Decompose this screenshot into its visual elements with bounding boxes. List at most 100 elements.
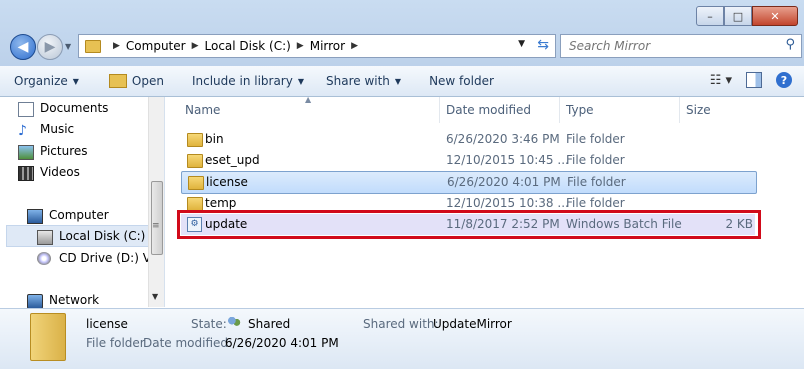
- breadcrumb-arrow-icon[interactable]: ▶: [113, 41, 120, 51]
- folder-icon: [85, 39, 101, 53]
- cd-drive-icon: [37, 252, 51, 265]
- file-type: File folder: [566, 132, 625, 146]
- file-type: File folder: [566, 196, 625, 210]
- breadcrumb-arrow-icon[interactable]: ▶: [192, 41, 199, 51]
- nav-item-label: Documents: [40, 101, 109, 115]
- nav-scrollbar[interactable]: ≡ ▼: [148, 97, 164, 307]
- nav-item-computer[interactable]: Computer: [27, 208, 109, 224]
- organize-button[interactable]: Organize ▼: [14, 74, 79, 88]
- details-shared-with-label: Shared with:: [363, 317, 439, 331]
- column-label: Date modified: [446, 103, 532, 117]
- nav-item-label: Local Disk (C:): [59, 229, 146, 243]
- nav-scrollbar-thumb[interactable]: [151, 181, 163, 255]
- file-row-bin[interactable]: bin 6/26/2020 3:46 PM File folder: [181, 129, 755, 150]
- folder-icon: [187, 133, 203, 147]
- file-name: license: [206, 175, 248, 189]
- details-state-value: Shared: [248, 317, 291, 331]
- column-label: Size: [686, 103, 711, 117]
- refresh-icon[interactable]: ⇆: [537, 37, 549, 53]
- new-folder-label: New folder: [429, 74, 494, 88]
- nav-item-label: Computer: [49, 208, 109, 222]
- caption-buttons: – □ ✕: [696, 6, 798, 26]
- file-name: temp: [205, 196, 237, 210]
- scroll-grip-icon: ≡: [152, 221, 160, 231]
- share-with-button[interactable]: Share with ▼: [326, 74, 401, 88]
- details-state-label: State:: [191, 317, 227, 331]
- search-icon[interactable]: ⚲: [785, 37, 795, 52]
- computer-icon: [27, 209, 43, 224]
- column-header-type[interactable]: Type: [566, 97, 680, 123]
- share-label: Share with: [326, 74, 390, 88]
- breadcrumb-mirror[interactable]: Mirror: [310, 39, 345, 53]
- nav-item-label: Pictures: [40, 144, 88, 158]
- column-label: Type: [566, 103, 594, 117]
- file-list: ▲ Name Date modified Type Size bin 6/26/…: [165, 95, 804, 307]
- preview-pane-icon[interactable]: [746, 72, 762, 88]
- file-date: 6/26/2020 4:01 PM: [447, 175, 561, 189]
- file-row-eset-upd[interactable]: eset_upd 12/10/2015 10:45 ... File folde…: [181, 150, 755, 171]
- open-folder-icon: [108, 74, 127, 88]
- new-folder-button[interactable]: New folder: [429, 74, 494, 88]
- breadcrumb-local-disk[interactable]: Local Disk (C:): [205, 39, 291, 53]
- close-button[interactable]: ✕: [752, 6, 798, 26]
- folder-icon: [187, 197, 203, 211]
- nav-item-network[interactable]: Network: [27, 293, 100, 309]
- local-disk-icon: [37, 230, 53, 245]
- file-date: 12/10/2015 10:38 ...: [446, 196, 569, 210]
- music-icon: ♪: [18, 123, 27, 139]
- explorer-window: – □ ✕ ◀ ▶ ▼ ▶ Computer ▶ Local Disk (C:)…: [0, 0, 804, 369]
- change-view-icon[interactable]: ☷ ▾: [710, 73, 732, 88]
- column-header-date[interactable]: Date modified: [446, 97, 560, 123]
- folder-icon: [188, 176, 204, 190]
- folder-icon: [187, 154, 203, 168]
- column-header-name[interactable]: Name: [185, 97, 440, 123]
- network-icon: [27, 294, 43, 309]
- open-label: Open: [131, 74, 164, 88]
- nav-item-local-disk[interactable]: Local Disk (C:): [37, 229, 146, 245]
- recent-pages-dropdown[interactable]: ▼: [65, 42, 71, 51]
- nav-item-label: Network: [49, 293, 100, 307]
- nav-item-pictures[interactable]: Pictures: [18, 144, 88, 160]
- scroll-down-icon[interactable]: ▼: [152, 292, 158, 301]
- nav-item-videos[interactable]: Videos: [18, 165, 80, 181]
- file-name: eset_upd: [205, 153, 260, 167]
- dropdown-arrow-icon: ▼: [72, 76, 79, 86]
- videos-icon: [18, 166, 34, 181]
- open-button[interactable]: Open: [108, 74, 164, 88]
- details-item-type: File folder: [86, 336, 145, 350]
- file-row-license[interactable]: license 6/26/2020 4:01 PM File folder: [181, 171, 757, 194]
- help-icon[interactable]: ?: [776, 72, 792, 88]
- address-dropdown-icon[interactable]: ▼: [518, 39, 525, 49]
- details-pane: license File folder State: Shared Shared…: [0, 308, 804, 369]
- large-folder-icon: [30, 313, 66, 361]
- breadcrumb-arrow-icon[interactable]: ▶: [351, 41, 358, 51]
- file-date: 12/10/2015 10:45 ...: [446, 153, 569, 167]
- dropdown-arrow-icon: ▼: [297, 76, 304, 86]
- address-bar[interactable]: ▶ Computer ▶ Local Disk (C:) ▶ Mirror ▶ …: [78, 34, 556, 58]
- nav-item-label: Videos: [40, 165, 80, 179]
- column-label: Name: [185, 103, 221, 117]
- nav-item-documents[interactable]: Documents: [18, 101, 109, 117]
- forward-button[interactable]: ▶: [37, 34, 63, 60]
- details-date-label: Date modified:: [143, 336, 233, 350]
- file-type: File folder: [567, 175, 626, 189]
- file-date: 6/26/2020 3:46 PM: [446, 132, 560, 146]
- command-bar: Organize ▼ Open Include in library ▼ Share…: [0, 66, 804, 97]
- column-header-size[interactable]: Size: [686, 97, 746, 123]
- include-label: Include in library: [191, 74, 293, 88]
- nav-item-music[interactable]: ♪ Music: [18, 122, 74, 139]
- search-box[interactable]: ⚲: [560, 34, 802, 58]
- include-in-library-button[interactable]: Include in library ▼: [192, 74, 304, 88]
- maximize-button[interactable]: □: [724, 6, 752, 26]
- breadcrumb-arrow-icon[interactable]: ▶: [297, 41, 304, 51]
- highlight-annotation-box: [177, 210, 761, 239]
- breadcrumb-computer[interactable]: Computer: [126, 39, 186, 53]
- minimize-button[interactable]: –: [696, 6, 724, 26]
- details-shared-with-value: UpdateMirror: [433, 317, 512, 331]
- details-date-value: 6/26/2020 4:01 PM: [225, 336, 339, 350]
- search-input[interactable]: [567, 38, 776, 54]
- organize-label: Organize: [14, 74, 68, 88]
- dropdown-arrow-icon: ▼: [394, 76, 402, 86]
- back-button[interactable]: ◀: [10, 34, 36, 60]
- file-name: bin: [205, 132, 224, 146]
